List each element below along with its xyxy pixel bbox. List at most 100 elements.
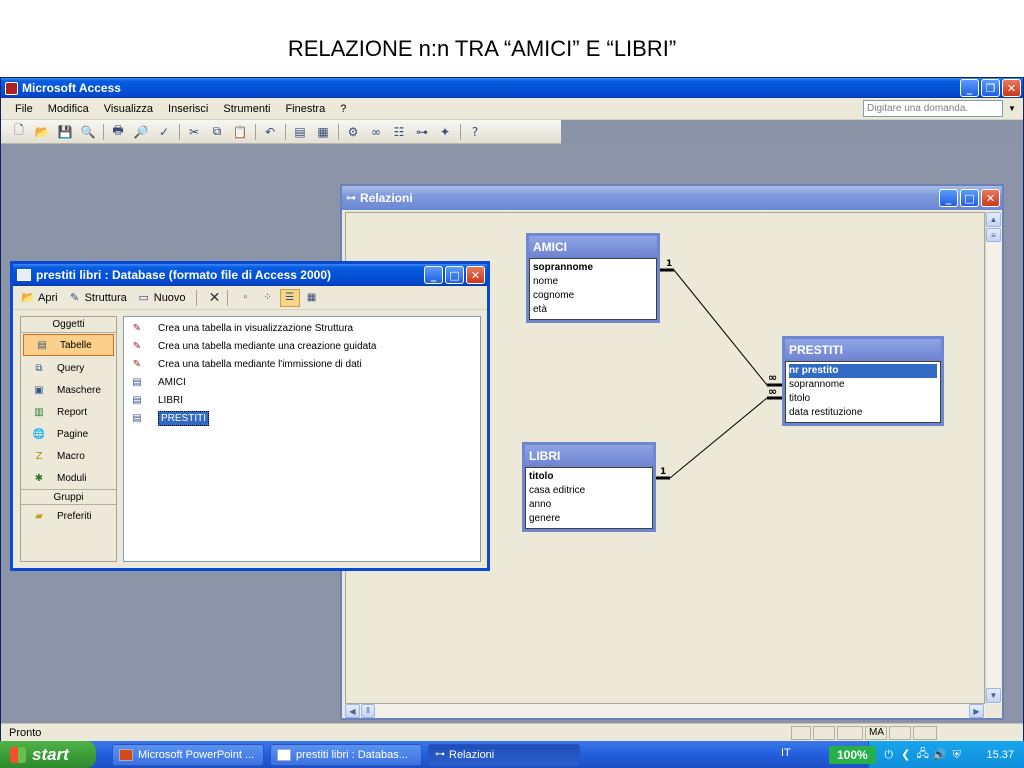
scroll-right-icon[interactable]: ▶ — [969, 704, 984, 718]
field-item[interactable]: età — [533, 303, 653, 317]
close-button[interactable]: ✕ — [1002, 79, 1021, 97]
object-forms[interactable]: ▣ Maschere — [21, 379, 116, 401]
network-icon[interactable]: 🖧 — [916, 747, 930, 762]
delete-icon[interactable]: ✕ — [205, 289, 225, 307]
print-icon[interactable]: 🖶 — [110, 123, 126, 140]
menu-help[interactable]: ? — [340, 103, 346, 115]
details-view-icon[interactable]: ▦ — [302, 289, 322, 307]
relations-titlebar[interactable]: ⊶ Relazioni _ □ ✕ — [342, 186, 1002, 210]
horizontal-scrollbar[interactable]: ◀ ⦀ ▶ — [345, 704, 985, 718]
menu-finestra[interactable]: Finestra — [285, 103, 325, 115]
volume-icon[interactable]: 🔊 — [933, 748, 947, 762]
large-icons-icon[interactable]: ▫ — [236, 289, 256, 307]
menu-inserisci[interactable]: Inserisci — [168, 103, 208, 115]
menu-visualizza[interactable]: Visualizza — [104, 103, 153, 115]
power-icon[interactable]: ⏻ — [882, 748, 896, 762]
field-item[interactable]: nome — [533, 275, 653, 289]
help-search-input[interactable]: Digitare una domanda. — [863, 100, 1003, 117]
group-favorites[interactable]: ▰ Preferiti — [21, 505, 116, 527]
paste-icon[interactable]: 📋 — [232, 124, 248, 140]
hscroll-thumb[interactable]: ⦀ — [361, 704, 375, 718]
language-indicator[interactable]: IT — [781, 747, 791, 759]
restore-button[interactable]: ❐ — [981, 79, 1000, 97]
database-window[interactable]: prestiti libri : Database (formato file … — [10, 261, 490, 571]
field-item[interactable]: cognome — [533, 289, 653, 303]
db-minimize-button[interactable]: _ — [424, 266, 443, 284]
copy-icon[interactable]: ⧉ — [209, 124, 225, 140]
cut-icon[interactable]: ✂ — [186, 124, 202, 140]
relations-maximize-button[interactable]: □ — [960, 189, 979, 207]
analyze-icon[interactable]: ▦ — [315, 124, 331, 140]
taskbar-powerpoint[interactable]: Microsoft PowerPoint ... — [112, 743, 264, 766]
list-view-icon[interactable]: ☰ — [279, 288, 300, 307]
relationships-icon[interactable]: ⊶ — [414, 124, 430, 140]
object-pages[interactable]: 🌐 Pagine — [21, 423, 116, 445]
access-titlebar[interactable]: Microsoft Access _ ❐ ✕ — [1, 78, 1023, 98]
new-button[interactable]: ▭ Nuovo — [137, 291, 186, 304]
menu-strumenti[interactable]: Strumenti — [223, 103, 270, 115]
object-modules[interactable]: ✱ Moduli — [21, 467, 116, 489]
list-item-selected[interactable]: ▤ PRESTITI — [124, 409, 480, 427]
list-item[interactable]: ✎ Crea una tabella mediante l'immissione… — [124, 355, 480, 373]
new-object-icon[interactable]: ✦ — [437, 124, 453, 140]
relations-close-button[interactable]: ✕ — [981, 189, 1000, 207]
undo-icon[interactable]: ↶ — [262, 124, 278, 140]
field-item-selected[interactable]: nr prestito — [789, 364, 937, 378]
taskbar-relations[interactable]: ⊶ Relazioni — [428, 743, 580, 766]
field-item[interactable]: data restituzione — [789, 406, 937, 420]
list-item[interactable]: ▤ AMICI — [124, 373, 480, 391]
print-preview-icon[interactable]: 🔎 — [133, 124, 149, 140]
table-box-prestiti[interactable]: PRESTITI nr prestito soprannome titolo d… — [782, 336, 944, 426]
table-title[interactable]: PRESTITI — [785, 339, 941, 361]
menu-modifica[interactable]: Modifica — [48, 103, 89, 115]
list-item[interactable]: ▤ LIBRI — [124, 391, 480, 409]
properties-icon[interactable]: ☷ — [391, 124, 407, 140]
table-title[interactable]: AMICI — [529, 236, 657, 258]
object-query[interactable]: ⧉ Query — [21, 357, 116, 379]
zoom-indicator[interactable]: 100% — [829, 745, 876, 764]
object-tables[interactable]: ▤ Tabelle — [23, 334, 114, 356]
scroll-thumb[interactable]: ≡ — [986, 228, 1001, 242]
field-item[interactable]: soprannome — [789, 378, 937, 392]
field-item[interactable]: casa editrice — [529, 484, 649, 498]
taskbar-database[interactable]: prestiti libri : Databas... — [270, 743, 422, 766]
field-item[interactable]: titolo — [789, 392, 937, 406]
help-dropdown-icon[interactable]: ▼ — [1005, 101, 1019, 116]
minimize-button[interactable]: _ — [960, 79, 979, 97]
object-macros[interactable]: Z Macro — [21, 445, 116, 467]
spelling-icon[interactable]: ✓ — [156, 124, 172, 140]
relations-minimize-button[interactable]: _ — [939, 189, 958, 207]
db-maximize-button[interactable]: □ — [445, 266, 464, 284]
script-icon[interactable]: ∞ — [368, 124, 384, 140]
office-links-icon[interactable]: ▤ — [292, 124, 308, 140]
open-icon[interactable]: 📂 — [34, 124, 50, 140]
object-reports[interactable]: ▥ Report — [21, 401, 116, 423]
scroll-left-icon[interactable]: ◀ — [345, 704, 360, 718]
db-close-button[interactable]: ✕ — [466, 266, 485, 284]
start-button[interactable]: start — [0, 741, 96, 768]
field-item[interactable]: titolo — [529, 470, 649, 484]
security-icon[interactable]: ⛨ — [950, 748, 964, 762]
table-box-libri[interactable]: LIBRI titolo casa editrice anno genere — [522, 442, 656, 532]
design-button[interactable]: ✎ Struttura — [68, 291, 127, 304]
field-item[interactable]: soprannome — [533, 261, 653, 275]
field-item[interactable]: genere — [529, 512, 649, 526]
table-box-amici[interactable]: AMICI soprannome nome cognome età — [526, 233, 660, 323]
list-item[interactable]: ✎ Crea una tabella mediante una creazion… — [124, 337, 480, 355]
vertical-scrollbar[interactable]: ▲ ≡ ▼ — [985, 212, 1001, 704]
back-arrow-icon[interactable]: ❮ — [899, 748, 913, 762]
list-item[interactable]: ✎ Crea una tabella in visualizzazione St… — [124, 319, 480, 337]
scroll-up-icon[interactable]: ▲ — [986, 212, 1001, 227]
field-item[interactable]: anno — [529, 498, 649, 512]
new-icon[interactable]: 🗋 — [11, 123, 27, 140]
save-icon[interactable]: 💾 — [57, 124, 73, 140]
small-icons-icon[interactable]: ⁘ — [258, 289, 278, 307]
database-titlebar[interactable]: prestiti libri : Database (formato file … — [13, 264, 487, 286]
open-button[interactable]: 📂 Apri — [21, 291, 57, 304]
scroll-down-icon[interactable]: ▼ — [986, 688, 1001, 703]
code-icon[interactable]: ⚙ — [345, 124, 361, 140]
menu-file[interactable]: File — [15, 103, 33, 115]
help-icon[interactable]: ? — [467, 124, 483, 140]
search-icon[interactable]: 🔍 — [80, 124, 96, 140]
table-title[interactable]: LIBRI — [525, 445, 653, 467]
